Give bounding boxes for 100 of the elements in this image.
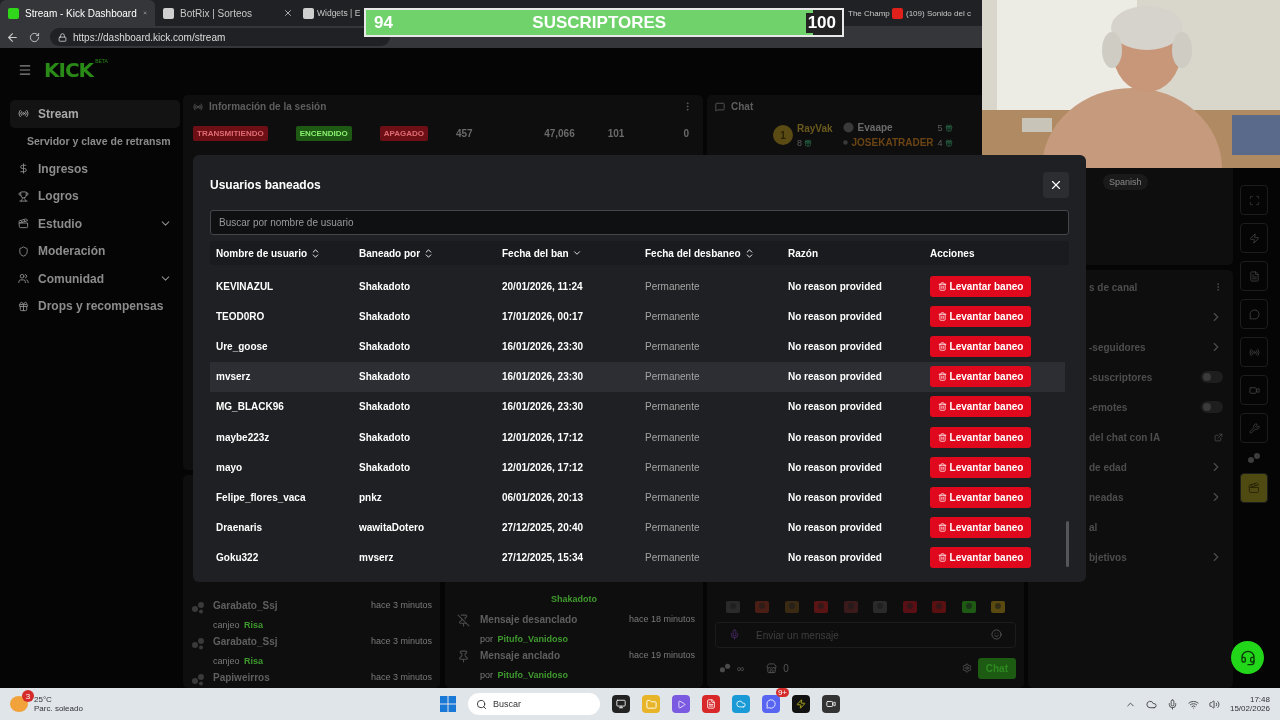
external-link-icon bbox=[1214, 432, 1223, 442]
sidebar-item[interactable]: Stream bbox=[10, 100, 180, 128]
sort-down-icon[interactable] bbox=[571, 248, 582, 258]
log-time: hace 18 minutos bbox=[628, 614, 695, 624]
chatter-name: Evaape bbox=[857, 122, 894, 133]
emote-icon[interactable] bbox=[931, 600, 948, 614]
unban-button[interactable]: Levantar baneo bbox=[930, 486, 1031, 508]
discord-icon[interactable] bbox=[762, 695, 780, 713]
sidebar-item[interactable]: Servidor y clave de retransm bbox=[10, 127, 180, 155]
unban-button[interactable]: Levantar baneo bbox=[930, 305, 1031, 327]
emote-icon[interactable] bbox=[901, 600, 918, 614]
column-header[interactable]: Fecha del desbaneo bbox=[645, 247, 788, 259]
scan-icon[interactable] bbox=[1240, 185, 1268, 215]
username-cell-text: mayo bbox=[216, 461, 244, 473]
close-icon bbox=[1049, 178, 1063, 192]
settings-icon[interactable] bbox=[961, 663, 972, 673]
unban-button[interactable]: Levantar baneo bbox=[930, 335, 1031, 357]
reload-icon[interactable] bbox=[29, 31, 40, 43]
volume-icon[interactable] bbox=[1208, 698, 1220, 710]
chatter-badge-icon bbox=[842, 137, 848, 148]
emote-icon[interactable] bbox=[842, 600, 859, 614]
video-icon[interactable] bbox=[1240, 375, 1268, 405]
sidebar-item[interactable]: Logros bbox=[10, 182, 180, 210]
emote-icon[interactable] bbox=[960, 600, 977, 614]
sidebar-item[interactable]: Drops y recompensas bbox=[10, 292, 180, 320]
reward-name: Risa bbox=[244, 656, 263, 666]
browser-tab[interactable]: BotRix | Sorteos bbox=[155, 0, 301, 26]
toggle-switch[interactable] bbox=[1201, 371, 1223, 383]
dots-cluster-icon[interactable] bbox=[1247, 451, 1261, 465]
weather-icon[interactable] bbox=[10, 696, 28, 712]
menu-icon[interactable] bbox=[18, 63, 32, 77]
column-header[interactable]: Baneado por bbox=[359, 247, 502, 259]
lock-icon bbox=[58, 32, 67, 42]
unban-button[interactable]: Levantar baneo bbox=[930, 366, 1031, 388]
unban-button[interactable]: Levantar baneo bbox=[930, 547, 1031, 569]
clapperboard-icon[interactable] bbox=[1240, 473, 1268, 503]
browser-tab[interactable]: (109) Sonido del c bbox=[890, 0, 982, 26]
browser-tab[interactable]: The Champ bbox=[846, 0, 890, 26]
column-header[interactable]: Fecha del ban bbox=[502, 247, 645, 259]
emoji-icon[interactable] bbox=[991, 629, 1002, 640]
trash-icon bbox=[937, 311, 947, 321]
search-field[interactable]: Buscar por nombre de usuario bbox=[210, 210, 1069, 235]
document-icon[interactable] bbox=[1240, 261, 1268, 291]
unban-button[interactable]: Levantar baneo bbox=[930, 275, 1031, 297]
close-icon[interactable] bbox=[283, 8, 293, 18]
unban-button[interactable]: Levantar baneo bbox=[930, 396, 1031, 418]
reward-time: hace 3 minutos bbox=[370, 636, 432, 646]
browser-tab[interactable]: Widgets | E bbox=[301, 0, 365, 26]
column-header: Acciones bbox=[930, 247, 976, 259]
scrollbar-thumb[interactable] bbox=[1066, 521, 1069, 567]
browser-tab[interactable]: Stream - Kick Dashboard bbox=[0, 0, 155, 26]
emote-icon[interactable] bbox=[725, 600, 741, 614]
unban-date-cell-text: Permanente bbox=[645, 371, 701, 383]
users-icon bbox=[18, 273, 29, 285]
emote-icon[interactable] bbox=[783, 600, 800, 614]
emote-icon[interactable] bbox=[813, 600, 830, 614]
mic-icon[interactable] bbox=[1166, 698, 1178, 710]
folder-icon[interactable] bbox=[642, 695, 660, 713]
ban-date-cell-text: 12/01/2026, 17:12 bbox=[502, 461, 585, 473]
reward-name: Risa bbox=[244, 620, 263, 630]
broadcast-icon[interactable] bbox=[1240, 337, 1268, 367]
unban-button[interactable]: Levantar baneo bbox=[930, 456, 1031, 478]
address-bar[interactable]: https://dashboard.kick.com/stream bbox=[50, 28, 390, 46]
back-icon[interactable] bbox=[6, 30, 19, 44]
chat-bubble-icon[interactable] bbox=[1240, 299, 1268, 329]
kick-logo[interactable]: KICK bbox=[44, 58, 94, 82]
sidebar-item[interactable]: Comunidad bbox=[10, 265, 180, 293]
site-favicon-icon bbox=[163, 7, 174, 19]
app-icon[interactable] bbox=[792, 695, 810, 713]
ban-date-cell-text: 27/12/2025, 20:40 bbox=[502, 522, 585, 534]
stat-value: 101 bbox=[607, 128, 626, 139]
emote-icon[interactable] bbox=[989, 600, 1006, 614]
wrench-icon[interactable] bbox=[1240, 413, 1268, 443]
zap-icon[interactable] bbox=[1240, 223, 1268, 253]
language-tag: Spanish bbox=[1103, 174, 1148, 190]
gift-icon bbox=[944, 123, 953, 132]
unban-date-cell-text: Permanente bbox=[645, 280, 701, 292]
windows-start-icon[interactable] bbox=[440, 696, 456, 712]
unban-button[interactable]: Levantar baneo bbox=[930, 517, 1031, 539]
reward-action: canjeo bbox=[213, 656, 240, 666]
status-badge: ENCENDIDO bbox=[295, 126, 352, 141]
stat-value: 457 bbox=[456, 128, 474, 139]
sidebar-item[interactable]: Ingresos bbox=[10, 155, 180, 183]
unban-button[interactable]: Levantar baneo bbox=[930, 426, 1031, 448]
emote-icon[interactable] bbox=[872, 600, 889, 614]
network-icon[interactable] bbox=[1187, 698, 1199, 710]
cloud-icon[interactable] bbox=[1145, 698, 1157, 710]
table-row[interactable]: mvserz Shakadoto 16/01/2026, 23:30 Permanente No reason provided Levantar baneo bbox=[210, 361, 1065, 392]
column-header[interactable]: Nombre de usuario bbox=[216, 247, 359, 259]
sidebar-item[interactable]: Estudio bbox=[10, 210, 180, 238]
task-view-icon[interactable] bbox=[612, 695, 630, 713]
toggle-switch[interactable] bbox=[1201, 401, 1223, 413]
reward-time: hace 3 minutos bbox=[370, 600, 432, 610]
chatter-count: 4 bbox=[937, 137, 943, 148]
close-button[interactable] bbox=[1043, 172, 1069, 198]
log-user: Shakadoto bbox=[550, 594, 598, 604]
clock-time: 17:48 bbox=[1249, 695, 1270, 704]
taskbar-search[interactable]: Buscar bbox=[468, 693, 600, 715]
emote-icon[interactable] bbox=[754, 600, 771, 614]
sidebar-item[interactable]: Moderación bbox=[10, 237, 180, 265]
